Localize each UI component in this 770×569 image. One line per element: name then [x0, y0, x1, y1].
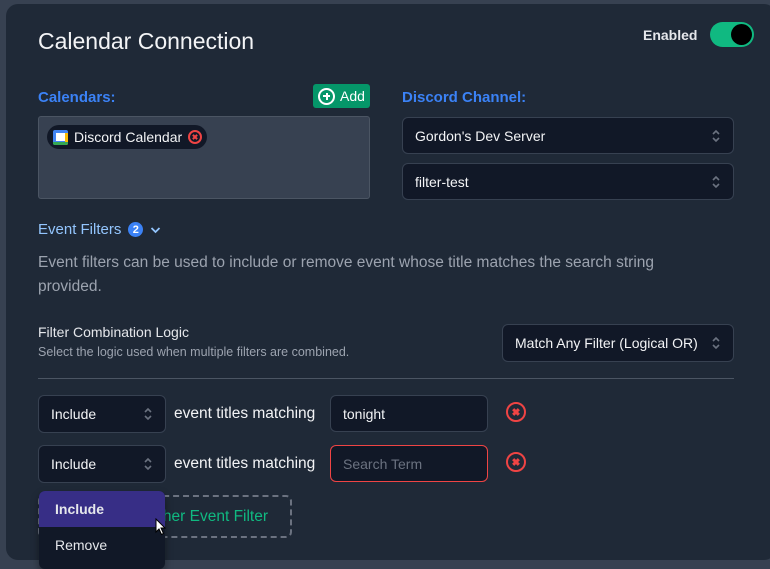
calendars-label: Calendars:	[38, 89, 116, 106]
add-button-label: Add	[340, 88, 365, 104]
enabled-label: Enabled	[643, 27, 698, 43]
chevron-updown-icon	[712, 175, 720, 188]
discord-server-select[interactable]: Gordon's Dev Server	[402, 117, 734, 154]
chevron-updown-icon	[712, 129, 720, 142]
filter-mode-value: Include	[51, 456, 97, 472]
dropdown-option-remove[interactable]: Remove	[39, 527, 165, 563]
plus-circle-icon	[318, 87, 336, 105]
google-calendar-icon	[53, 129, 68, 145]
chevron-updown-icon	[712, 336, 720, 350]
filter-logic-value: Match Any Filter (Logical OR)	[515, 335, 698, 351]
toggle-knob	[731, 24, 752, 45]
filter-mode-select[interactable]: Include	[38, 445, 166, 483]
enabled-toggle[interactable]	[710, 22, 754, 47]
mouse-cursor-icon	[155, 518, 167, 536]
discord-channel-label: Discord Channel:	[402, 89, 527, 106]
search-term-input[interactable]	[330, 395, 488, 432]
filter-logic-title: Filter Combination Logic	[38, 324, 189, 340]
calendar-chip: Discord Calendar	[47, 125, 208, 149]
filter-mode-dropdown: Include Remove	[39, 491, 165, 569]
discord-channel-select[interactable]: filter-test	[402, 163, 734, 200]
dropdown-option-include[interactable]: Include	[39, 491, 165, 527]
search-term-input[interactable]	[330, 445, 488, 482]
chevron-updown-icon	[144, 457, 152, 471]
add-calendar-button[interactable]: Add	[313, 84, 370, 108]
filter-mode-select[interactable]: Include	[38, 395, 166, 433]
discord-channel-value: filter-test	[415, 173, 469, 190]
filter-count-badge: 2	[128, 222, 144, 237]
chevron-down-icon	[151, 226, 161, 233]
calendars-box: Discord Calendar	[38, 116, 370, 199]
divider	[38, 378, 734, 379]
remove-filter-icon[interactable]	[506, 452, 526, 472]
remove-calendar-icon[interactable]	[188, 130, 203, 144]
calendar-chip-label: Discord Calendar	[74, 129, 183, 145]
match-text: event titles matching	[174, 455, 316, 472]
filter-logic-subtitle: Select the logic used when multiple filt…	[38, 345, 350, 359]
page-title: Calendar Connection	[38, 28, 255, 54]
filter-logic-select[interactable]: Match Any Filter (Logical OR)	[502, 324, 734, 362]
event-filters-heading: Event Filters	[38, 221, 122, 238]
event-filters-description: Event filters can be used to include or …	[38, 254, 655, 295]
remove-filter-icon[interactable]	[506, 402, 526, 422]
event-filters-toggle[interactable]: Event Filters 2	[38, 221, 161, 238]
chevron-updown-icon	[144, 407, 152, 421]
match-text: event titles matching	[174, 405, 316, 422]
filter-mode-value: Include	[51, 406, 97, 422]
discord-server-value: Gordon's Dev Server	[415, 127, 546, 144]
